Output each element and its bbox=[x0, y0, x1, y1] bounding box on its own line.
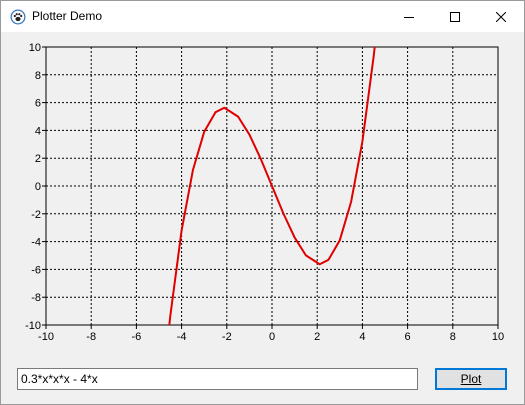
y-tick-label: -6 bbox=[31, 264, 41, 276]
plot-canvas: -10 -8 -6 -4 -2 0 2 4 6 8 10 10 8 6 4 2 0 -2 -4 -6 -8 -10 bbox=[25, 42, 504, 343]
close-button[interactable] bbox=[478, 1, 524, 32]
maximize-button[interactable] bbox=[432, 1, 478, 32]
x-tick-label: 8 bbox=[450, 331, 456, 343]
y-tick-label: 8 bbox=[35, 70, 41, 82]
title-bar[interactable]: Plotter Demo bbox=[1, 1, 524, 32]
x-tick-label: -2 bbox=[222, 331, 232, 343]
y-tick-label: -10 bbox=[25, 320, 41, 332]
x-tick-label: 2 bbox=[314, 331, 320, 343]
x-tick-label: -6 bbox=[132, 331, 142, 343]
y-tick-label: -2 bbox=[31, 209, 41, 221]
plot-button-label: Plot bbox=[460, 372, 482, 386]
plot-button[interactable]: Plot bbox=[435, 368, 507, 390]
y-tick-label: 6 bbox=[35, 98, 41, 110]
x-tick-label: 10 bbox=[492, 331, 504, 343]
y-tick-label: 4 bbox=[35, 125, 41, 137]
minimize-icon bbox=[404, 16, 414, 18]
y-tick-label: -8 bbox=[31, 292, 41, 304]
y-tick-label: 2 bbox=[35, 153, 41, 165]
maximize-icon bbox=[450, 11, 460, 22]
minimize-button[interactable] bbox=[386, 1, 432, 32]
x-tick-label: 0 bbox=[269, 331, 275, 343]
y-tick-label: 10 bbox=[29, 42, 41, 54]
plotter-window: Plotter Demo -10 -8 -6 -4 -2 0 2 4 6 8 10 10 8 6 4 2 0 -2… bbox=[0, 0, 525, 405]
plot-area: -10 -8 -6 -4 -2 0 2 4 6 8 10 10 8 6 4 2 0 -2 -4 -6 -8 -10 bbox=[1, 32, 524, 352]
axis-ticks bbox=[42, 46, 499, 329]
x-tick-label: -8 bbox=[86, 331, 96, 343]
axis-tick-labels: -10 -8 -6 -4 -2 0 2 4 6 8 10 10 8 6 4 2 0 -2 -4 -6 -8 -10 bbox=[25, 42, 504, 343]
x-tick-label: 6 bbox=[405, 331, 411, 343]
x-tick-label: -10 bbox=[38, 331, 54, 343]
paw-icon bbox=[10, 9, 26, 25]
close-icon bbox=[496, 11, 506, 22]
y-tick-label: 0 bbox=[35, 181, 41, 193]
y-tick-label: -4 bbox=[31, 237, 41, 249]
window-title: Plotter Demo bbox=[32, 9, 103, 23]
formula-input[interactable] bbox=[17, 368, 418, 390]
x-tick-label: 4 bbox=[359, 331, 365, 343]
x-tick-label: -4 bbox=[177, 331, 187, 343]
